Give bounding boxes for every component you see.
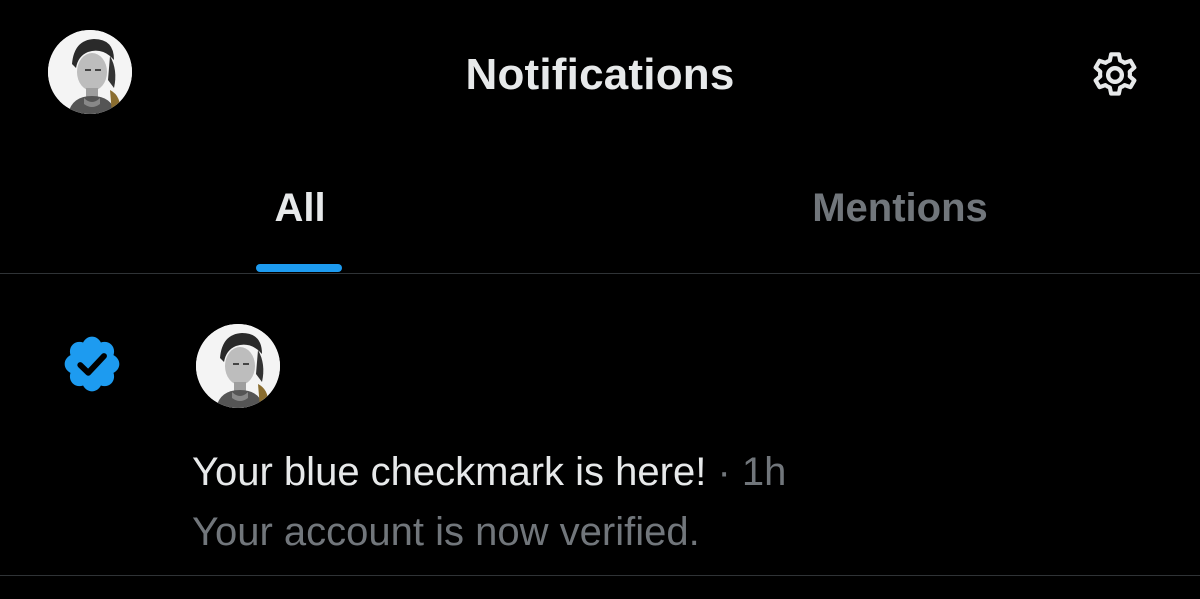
- settings-button[interactable]: [1080, 44, 1150, 106]
- page-title: Notifications: [465, 50, 735, 99]
- tab-all-label: All: [274, 186, 326, 230]
- notification-separator: ·: [717, 450, 731, 494]
- avatar-image: [196, 324, 280, 408]
- tab-mentions-label: Mentions: [812, 186, 988, 230]
- top-bar: Notifications: [0, 0, 1200, 150]
- notification-subtitle: Your account is now verified.: [192, 510, 700, 554]
- notification-content: Your blue checkmark is here! · 1h Your a…: [192, 444, 1092, 560]
- tab-mentions[interactable]: Mentions: [600, 150, 1200, 273]
- notification-avatar[interactable]: [196, 324, 280, 408]
- notification-title: Your blue checkmark is here!: [192, 450, 707, 494]
- notification-timestamp: 1h: [741, 450, 787, 494]
- notification-title-line: Your blue checkmark is here! · 1h: [192, 444, 1092, 500]
- tab-all[interactable]: All: [0, 150, 600, 273]
- gear-icon: [1093, 52, 1137, 96]
- notification-tabs: All Mentions: [0, 150, 1200, 274]
- active-tab-indicator: [256, 264, 342, 272]
- verified-badge-icon: [60, 332, 124, 396]
